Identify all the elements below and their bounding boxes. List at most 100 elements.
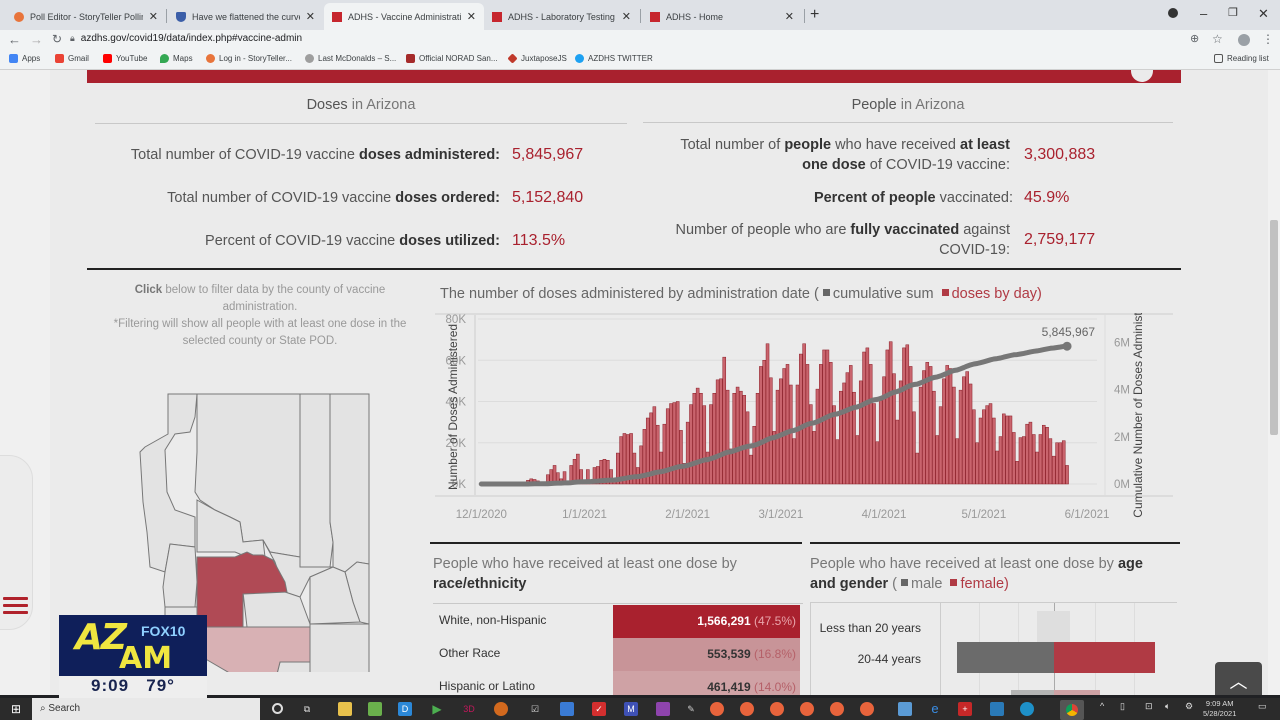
paint-3d-icon[interactable]: 3D [462, 702, 476, 716]
internet-explorer-icon[interactable]: e [928, 702, 942, 716]
daily-dose-bar[interactable] [948, 368, 953, 485]
app-icon[interactable] [770, 702, 784, 716]
windows-start-button[interactable]: ⊞ [0, 698, 32, 720]
daily-dose-bar[interactable] [765, 343, 770, 485]
app-icon[interactable] [800, 702, 814, 716]
bookmark-mcdonalds[interactable]: Last McDonalds – S... [305, 54, 396, 63]
daily-dose-bar[interactable] [1045, 427, 1049, 485]
daily-dose-bar[interactable] [985, 405, 989, 485]
race-row[interactable]: Hispanic or Latino 461,419 (14.0%) [433, 671, 800, 695]
daily-dose-bar[interactable] [965, 371, 969, 485]
app-icon[interactable] [656, 702, 670, 716]
daily-dose-bar[interactable] [942, 378, 946, 485]
race-bar[interactable]: 553,539 (16.8%) [613, 638, 800, 671]
app-icon[interactable] [898, 702, 912, 716]
county-pinal[interactable] [242, 591, 311, 628]
daily-dose-bar[interactable] [962, 376, 966, 485]
daily-dose-bar[interactable] [699, 393, 703, 485]
chrome-icon[interactable] [1060, 700, 1084, 720]
app-icon[interactable] [710, 702, 724, 716]
reload-button[interactable]: ↻ [52, 32, 62, 46]
daily-dose-bar[interactable] [1032, 434, 1036, 485]
page-scrollbar[interactable] [1268, 70, 1280, 695]
media-player-icon[interactable]: ▶ [430, 702, 444, 716]
close-tab-icon[interactable]: ✕ [622, 10, 631, 23]
scroll-to-top-button[interactable]: ︿ [1215, 662, 1262, 695]
daily-dose-bar[interactable] [792, 438, 796, 485]
county-navajo[interactable] [299, 393, 334, 568]
bookmark-storyteller[interactable]: Log in - StoryTeller... [206, 54, 292, 63]
daily-dose-bar[interactable] [995, 450, 999, 485]
bookmark-youtube[interactable]: YouTube [103, 54, 147, 63]
bookmark-maps[interactable]: Maps [160, 54, 193, 63]
daily-dose-bar[interactable] [935, 435, 940, 485]
app-icon[interactable] [560, 702, 574, 716]
bookmark-juxtapose[interactable]: JuxtaposeJS [507, 53, 567, 64]
daily-dose-bar[interactable] [735, 386, 740, 485]
bookmark-norad[interactable]: Official NORAD San... [406, 54, 498, 63]
app-icon[interactable] [368, 702, 382, 716]
daily-dose-bar[interactable] [739, 390, 743, 485]
county-cochise[interactable] [309, 623, 370, 672]
daily-dose-bar[interactable] [875, 441, 880, 485]
daily-dose-bar[interactable] [749, 454, 753, 485]
tab-vaccine-administration[interactable]: ADHS - Vaccine Administration ✕ [324, 3, 484, 30]
daily-dose-bar[interactable] [895, 419, 900, 485]
daily-dose-bar[interactable] [982, 409, 986, 485]
daily-dose-bar[interactable] [1025, 423, 1029, 485]
daily-dose-bar[interactable] [928, 366, 933, 485]
daily-dose-bar[interactable] [1055, 442, 1059, 485]
tab-flattened-curve[interactable]: Have we flattened the curve in th ✕ [168, 3, 323, 30]
close-window-button[interactable]: ✕ [1258, 6, 1269, 22]
daily-dose-bar[interactable] [662, 423, 667, 485]
profile-avatar[interactable] [1238, 34, 1250, 46]
app-icon[interactable] [740, 702, 754, 716]
daily-dose-bar[interactable] [809, 404, 813, 485]
close-tab-icon[interactable]: ✕ [467, 10, 476, 23]
daily-dose-bar[interactable] [855, 435, 860, 485]
daily-dose-bar[interactable] [972, 409, 976, 485]
female-bar[interactable] [1054, 642, 1155, 673]
daily-dose-bar[interactable] [1015, 461, 1019, 485]
app-icon[interactable] [830, 702, 844, 716]
daily-dose-bar[interactable] [1065, 465, 1069, 485]
edge-icon[interactable] [1020, 702, 1034, 716]
daily-dose-bar[interactable] [1061, 440, 1066, 485]
daily-dose-bar[interactable] [862, 351, 866, 485]
daily-dose-bar[interactable] [1005, 415, 1009, 485]
file-explorer-icon[interactable] [338, 702, 352, 716]
bookmark-azdhs-twitter[interactable]: AZDHS TWITTER [575, 54, 653, 63]
tab-laboratory-testing[interactable]: ADHS - Laboratory Testing ✕ [484, 3, 639, 30]
daily-dose-bar[interactable] [725, 389, 730, 485]
female-bar[interactable] [1054, 690, 1100, 695]
daily-dose-bar[interactable] [1012, 432, 1016, 485]
daily-dose-bar[interactable] [1002, 413, 1006, 485]
tab-poll-editor[interactable]: Poll Editor - StoryTeller Polling Ap ✕ [6, 3, 166, 30]
notifications-icon[interactable]: ▭ [1258, 701, 1267, 712]
app-d-icon[interactable]: D [398, 702, 412, 716]
tab-adhs-home[interactable]: ADHS - Home ✕ [642, 3, 802, 30]
daily-dose-bar[interactable] [1048, 438, 1053, 485]
back-button[interactable]: ← [8, 32, 21, 47]
daily-dose-bar[interactable] [695, 387, 700, 485]
legend-doses-by-day[interactable]: doses by day) [952, 286, 1042, 302]
daily-dose-bar[interactable] [755, 393, 760, 485]
network-icon[interactable]: ⊡ [1145, 701, 1153, 712]
daily-dose-bar[interactable] [675, 401, 680, 485]
app-icon[interactable]: ☑ [528, 702, 542, 716]
daily-dose-bar[interactable] [789, 384, 793, 485]
zoom-icon[interactable]: ⊕ [1190, 32, 1199, 45]
forward-button[interactable]: → [30, 32, 43, 47]
app-check-icon[interactable]: ✓ [592, 702, 606, 716]
daily-dose-bar[interactable] [655, 424, 660, 485]
daily-dose-bar[interactable] [702, 405, 707, 485]
daily-dose-bar[interactable] [689, 404, 693, 485]
daily-dose-bar[interactable] [885, 349, 890, 485]
close-tab-icon[interactable]: ✕ [306, 10, 315, 23]
male-bar[interactable] [957, 642, 1054, 673]
daily-dose-bar[interactable] [759, 366, 763, 485]
female-bar[interactable] [1054, 611, 1071, 642]
restore-button[interactable]: ❐ [1228, 6, 1238, 19]
daily-dose-bar[interactable] [872, 403, 876, 485]
daily-dose-bar[interactable] [842, 382, 846, 485]
